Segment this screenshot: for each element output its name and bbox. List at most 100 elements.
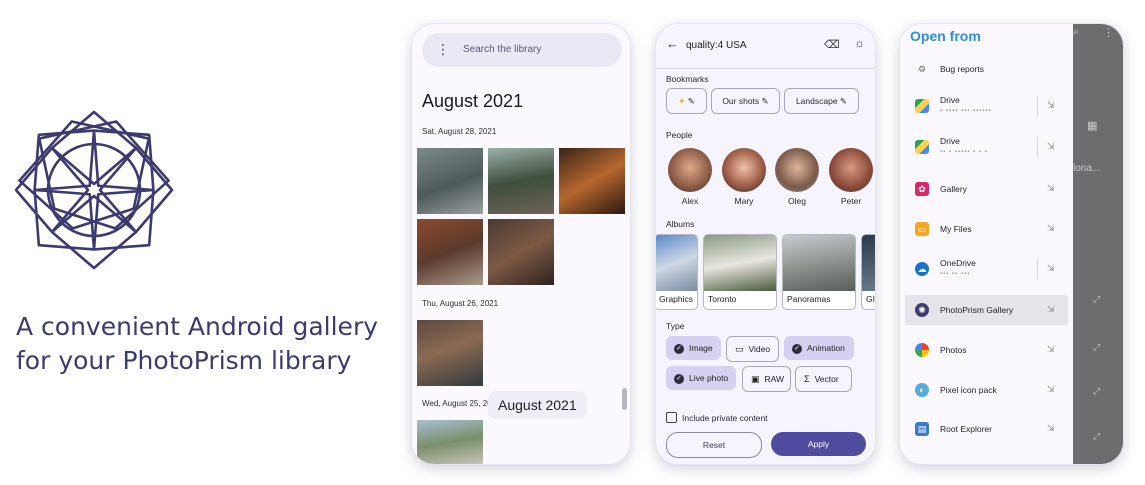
photo-thumbnail[interactable] <box>417 219 483 285</box>
type-chip-label: Animation <box>807 343 845 353</box>
expand-icon: ⤢ <box>1093 386 1101 396</box>
photo-thumbnail[interactable] <box>488 219 554 285</box>
open-icon[interactable]: ⇲ <box>1047 263 1055 274</box>
open-icon[interactable]: ⇲ <box>1047 223 1055 234</box>
bookmark-label: Landscape <box>795 96 838 106</box>
month-title: August 2021 <box>422 91 524 111</box>
open-icon[interactable]: ⇲ <box>1047 183 1055 194</box>
lightbulb-icon[interactable]: ☼ <box>854 36 865 50</box>
pixel-pack-icon: ◐ <box>915 383 929 397</box>
private-checkbox[interactable] <box>666 412 677 423</box>
reset-button[interactable]: Reset <box>666 432 762 458</box>
person-avatar[interactable] <box>722 148 766 192</box>
open-icon[interactable]: ⇲ <box>1047 304 1055 315</box>
menu-icon: ⋮ <box>1103 27 1114 39</box>
source-photos[interactable]: Photos ⇲ <box>905 335 1068 365</box>
album-card[interactable]: Panoramas <box>782 234 856 310</box>
day-header: Thu, August 26, 2021 <box>422 299 499 308</box>
edit-icon: ✎ <box>687 96 695 106</box>
source-drive[interactable]: Drive ▪ ▪▪▪▪ ▪▪▪ ▪▪▪▪▪▪ ⇲ <box>905 91 1068 121</box>
query-input[interactable]: quality:4 USA <box>686 40 747 51</box>
source-onedrive[interactable]: ☁ OneDrive ▪▪▪ ▪▪ ▪▪▪ ⇲ <box>905 254 1068 284</box>
source-account: ▪▪▪ ▪▪ ▪▪▪ <box>940 271 971 277</box>
tagline-line-1: A convenient Android gallery <box>16 312 379 341</box>
type-chip-live-photo[interactable]: ✓ Live photo <box>666 366 736 390</box>
open-icon[interactable]: ⇲ <box>1047 141 1055 152</box>
person-avatar[interactable] <box>775 148 819 192</box>
clear-icon[interactable]: ⌫ <box>824 38 840 51</box>
open-from-screen: ⌕ ⋮ ▦ lona... ⤢ ⤢ ⤢ ⤢ Open from ⚙ Bug re… <box>900 24 1123 464</box>
source-pixel-icon-pack[interactable]: ◐ Pixel icon pack ⇲ <box>905 375 1068 405</box>
photo-thumbnail[interactable] <box>559 148 625 214</box>
person-name: Alex <box>681 196 699 206</box>
photoprism-logo <box>14 110 174 270</box>
album-label: Panoramas <box>787 294 831 304</box>
check-icon: ✓ <box>792 343 802 354</box>
private-label: Include private content <box>682 413 768 423</box>
source-label: Drive <box>940 136 960 146</box>
menu-icon[interactable]: ⋮ <box>436 41 450 58</box>
search-icon: ⌕ <box>1073 26 1080 38</box>
background-scrim[interactable]: ⌕ ⋮ ▦ lona... ⤢ ⤢ ⤢ ⤢ <box>1073 24 1123 464</box>
photo-thumbnail[interactable] <box>488 148 554 214</box>
album-card[interactable]: GIF <box>861 234 875 310</box>
expand-icon: ⤢ <box>1093 342 1101 352</box>
scrollbar[interactable] <box>622 388 627 410</box>
type-chip-label: Video <box>748 344 771 354</box>
open-icon[interactable]: ⇲ <box>1047 100 1055 111</box>
bookmark-chip[interactable]: ✦ ✎ <box>666 88 707 114</box>
albums-heading: Albums <box>666 219 695 229</box>
raw-icon: ▣ <box>751 374 760 384</box>
bug-icon: ⚙ <box>917 64 927 74</box>
type-chip-animation[interactable]: ✓ Animation <box>784 336 854 360</box>
gallery-screen: ⋮ Search the library August 2021 Sat, Au… <box>412 24 630 464</box>
source-label: Root Explorer <box>940 424 992 434</box>
bookmark-chip[interactable]: Our shots ✎ <box>711 88 780 114</box>
person-avatar[interactable] <box>668 148 712 192</box>
person-name: Mary <box>734 196 754 206</box>
open-icon[interactable]: ⇲ <box>1047 384 1055 395</box>
source-root-explorer[interactable]: ▤ Root Explorer ⇲ <box>905 414 1068 444</box>
drive-icon <box>915 140 929 154</box>
sheet-title: Open from <box>910 28 981 44</box>
query-bar: ← quality:4 USA ⌫ ☼ <box>656 24 875 69</box>
album-label: Toronto <box>708 294 737 304</box>
edit-icon: ✎ <box>839 96 848 106</box>
type-heading: Type <box>666 321 685 331</box>
expand-icon: ⤢ <box>1093 431 1101 441</box>
open-icon[interactable]: ⇲ <box>1047 423 1055 434</box>
type-chip-vector[interactable]: Σ Vector <box>795 366 852 392</box>
open-icon[interactable]: ⇲ <box>1047 344 1055 355</box>
scroll-month-chip: August 2021 <box>488 391 587 419</box>
source-bug-reports[interactable]: ⚙ Bug reports <box>905 54 1068 84</box>
check-icon: ✓ <box>674 343 684 354</box>
back-arrow-icon[interactable]: ← <box>666 36 679 51</box>
source-my-files[interactable]: ▭ My Files ⇲ <box>905 214 1068 244</box>
source-label: PhotoPrism Gallery <box>940 305 1014 315</box>
type-chip-raw[interactable]: ▣ RAW <box>742 366 791 392</box>
apply-button[interactable]: Apply <box>771 432 866 456</box>
tagline: A convenient Android gallery for your Ph… <box>16 310 378 378</box>
album-card[interactable]: Toronto <box>703 234 777 310</box>
divider <box>1037 96 1038 116</box>
divider <box>1037 137 1038 157</box>
bookmark-label: Our shots <box>722 96 760 106</box>
source-photoprism-gallery[interactable]: ✺ PhotoPrism Gallery ⇲ <box>905 295 1068 325</box>
source-label: Gallery <box>940 184 967 194</box>
source-drive[interactable]: Drive ▪▪ ▪ ▪▪▪▪▪ ▪ ▪ ▪ ⇲ <box>905 132 1068 162</box>
bookmark-chip[interactable]: Landscape ✎ <box>784 88 859 114</box>
type-chip-video[interactable]: ▭ Video <box>726 336 779 362</box>
drive-icon <box>915 99 929 113</box>
open-from-sheet: Open from ⚙ Bug reports Drive ▪ ▪▪▪▪ ▪▪▪… <box>900 24 1073 464</box>
edit-icon: ✎ <box>761 96 769 106</box>
photo-thumbnail[interactable] <box>417 420 483 464</box>
album-card[interactable]: Graphics <box>656 234 698 310</box>
source-gallery[interactable]: ✿ Gallery ⇲ <box>905 174 1068 204</box>
photo-thumbnail[interactable] <box>417 148 483 214</box>
photo-thumbnail[interactable] <box>417 320 483 386</box>
type-chip-image[interactable]: ✓ Image <box>666 336 721 360</box>
search-bar[interactable]: ⋮ Search the library <box>422 33 622 67</box>
person-avatar[interactable] <box>829 148 873 192</box>
divider <box>1037 259 1038 279</box>
root-explorer-icon: ▤ <box>915 422 929 436</box>
